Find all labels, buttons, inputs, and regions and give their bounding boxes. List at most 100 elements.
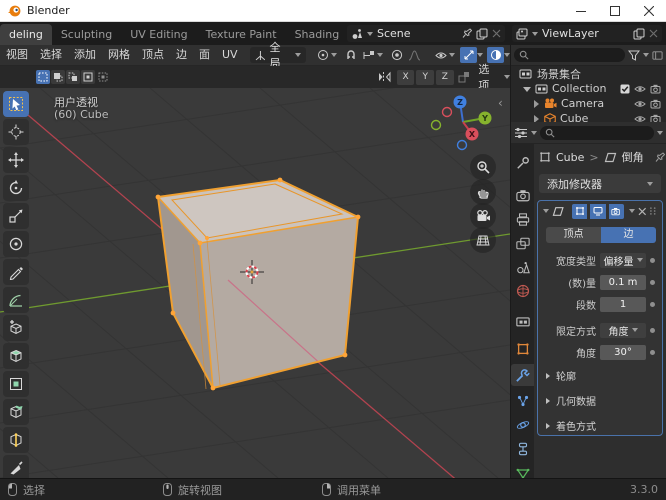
- pivot-point-icon[interactable]: [314, 47, 331, 63]
- tool-rotate[interactable]: [3, 175, 29, 201]
- limit-keyframe-dot[interactable]: [650, 327, 655, 333]
- collection-hide-eye-icon[interactable]: [634, 84, 646, 94]
- mirror-y-toggle[interactable]: Y: [416, 69, 435, 85]
- modifier-expand-icon[interactable]: [543, 209, 549, 213]
- close-button[interactable]: [632, 0, 666, 22]
- amount-keyframe-dot[interactable]: [650, 279, 655, 285]
- outliner-row-camera[interactable]: Camera: [511, 96, 666, 111]
- section-shading[interactable]: 着色方式: [546, 418, 596, 433]
- add-modifier-dropdown[interactable]: 添加修改器: [539, 174, 661, 193]
- zoom-view-button[interactable]: [470, 154, 496, 180]
- tool-scale[interactable]: [3, 203, 29, 229]
- tool-loop-cut[interactable]: [3, 427, 29, 453]
- tool-transform[interactable]: [3, 231, 29, 257]
- width-type-dropdown[interactable]: 偏移量: [600, 252, 646, 268]
- toggle-perspective-button[interactable]: [470, 227, 496, 253]
- modifier-render-toggle[interactable]: [608, 203, 624, 219]
- cube-expand-icon[interactable]: [533, 114, 540, 123]
- tab-vertices[interactable]: 顶点: [546, 227, 601, 243]
- modifier-drag-handle-icon[interactable]: [649, 206, 657, 216]
- outliner-search-input[interactable]: [514, 48, 625, 62]
- scene-name[interactable]: Scene: [377, 27, 458, 40]
- cube-hide-eye-icon[interactable]: [634, 114, 646, 123]
- remove-viewlayer-icon[interactable]: [649, 29, 658, 38]
- collection-checkbox-icon[interactable]: [620, 84, 630, 94]
- menu-edge[interactable]: 边: [170, 45, 193, 65]
- sidebar-collapse-arrow-icon[interactable]: ‹: [498, 96, 503, 110]
- tool-annotate[interactable]: [3, 259, 29, 285]
- outliner-row-collection[interactable]: Collection: [511, 81, 666, 96]
- section-profile[interactable]: 轮廓: [546, 368, 576, 383]
- selectmode-subtract-icon[interactable]: [66, 70, 80, 84]
- camera-expand-icon[interactable]: [533, 99, 540, 108]
- snap-chevron-icon[interactable]: [376, 53, 383, 57]
- tab-world-icon[interactable]: [511, 280, 534, 302]
- viewport-3d[interactable]: Z Y X 用户透视 (60) Cube ‹: [0, 88, 510, 478]
- filter-icon[interactable]: [628, 50, 640, 61]
- pivot-chevron-icon[interactable]: [331, 53, 338, 57]
- tab-tool-icon[interactable]: [511, 152, 534, 174]
- viewlayer-selector[interactable]: ViewLayer: [512, 25, 662, 42]
- tab-output-icon[interactable]: [511, 208, 534, 230]
- filter-chevron-icon[interactable]: [643, 53, 649, 57]
- selectmode-intersect-icon[interactable]: [96, 70, 110, 84]
- mirror-icon[interactable]: [376, 69, 393, 85]
- section-geometry[interactable]: 几何数据: [546, 393, 596, 408]
- snap-magnet-icon[interactable]: [343, 47, 360, 63]
- menu-select[interactable]: 选择: [34, 45, 68, 65]
- limit-method-dropdown[interactable]: 角度: [600, 322, 646, 338]
- width-type-keyframe-dot[interactable]: [650, 257, 655, 263]
- properties-options-chevron-icon[interactable]: [657, 130, 663, 135]
- editor-type-icon[interactable]: [514, 127, 528, 139]
- tab-collection-icon[interactable]: [511, 310, 534, 332]
- tool-move[interactable]: [3, 147, 29, 173]
- menu-uv[interactable]: UV: [216, 45, 244, 65]
- tool-select-box[interactable]: [3, 91, 29, 117]
- tab-physics-icon[interactable]: [511, 414, 534, 436]
- selectmode-new-icon[interactable]: [36, 70, 50, 84]
- menu-vertex[interactable]: 顶点: [136, 45, 170, 65]
- tab-constraints-icon[interactable]: [511, 438, 534, 460]
- gizmo-chevron-icon[interactable]: [477, 53, 484, 57]
- modifier-editmode-toggle[interactable]: [572, 203, 588, 219]
- modifier-realtime-toggle[interactable]: [590, 203, 606, 219]
- gizmo-neg-z-ball[interactable]: [456, 139, 468, 151]
- collection-render-camera-icon[interactable]: [650, 84, 662, 94]
- editor-type-chevron-icon[interactable]: [531, 130, 537, 135]
- camera-view-button[interactable]: [470, 203, 496, 229]
- tool-bevel[interactable]: [3, 399, 29, 425]
- tab-object-icon[interactable]: [511, 338, 534, 360]
- viewlayer-name[interactable]: ViewLayer: [542, 27, 629, 40]
- gizmo-neg-y-ball[interactable]: [430, 119, 442, 131]
- tab-particles-icon[interactable]: [511, 390, 534, 412]
- segments-field[interactable]: 1: [600, 296, 646, 312]
- tool-measure[interactable]: [3, 287, 29, 313]
- tool-knife[interactable]: [3, 455, 29, 478]
- minimize-button[interactable]: [564, 0, 598, 22]
- menu-view[interactable]: 视图: [0, 45, 34, 65]
- workspace-tab-uv-editing[interactable]: UV Editing: [121, 24, 196, 45]
- cube-mesh[interactable]: [155, 177, 361, 391]
- tab-modifiers-icon[interactable]: [511, 364, 534, 386]
- modifier-extras-chevron-icon[interactable]: [628, 209, 635, 213]
- properties-search-input[interactable]: [540, 125, 654, 140]
- outliner-row-cube[interactable]: Cube: [511, 111, 666, 122]
- outliner-options-icon[interactable]: [652, 50, 663, 61]
- new-viewlayer-icon[interactable]: [633, 28, 645, 40]
- selectmode-invert-icon[interactable]: [81, 70, 95, 84]
- new-scene-icon[interactable]: [476, 28, 488, 40]
- menu-face[interactable]: 面: [193, 45, 216, 65]
- tab-viewlayer-icon[interactable]: [511, 232, 534, 254]
- tool-inset-faces[interactable]: [3, 371, 29, 397]
- tool-extrude-region[interactable]: [3, 343, 29, 369]
- gizmo-neg-x-ball[interactable]: [441, 106, 453, 118]
- transform-orientation-dropdown[interactable]: 全局: [249, 41, 307, 70]
- tab-scene-icon[interactable]: [511, 256, 534, 278]
- breadcrumb-modifier[interactable]: 倒角: [622, 149, 644, 165]
- pin-id-icon[interactable]: [655, 151, 665, 163]
- collection-expand-icon[interactable]: [523, 85, 531, 93]
- outliner-row-scene-collection[interactable]: 场景集合: [511, 66, 666, 81]
- modifier-delete-icon[interactable]: [638, 207, 647, 216]
- workspace-tab-shading[interactable]: Shading: [286, 24, 349, 45]
- angle-keyframe-dot[interactable]: [650, 349, 655, 355]
